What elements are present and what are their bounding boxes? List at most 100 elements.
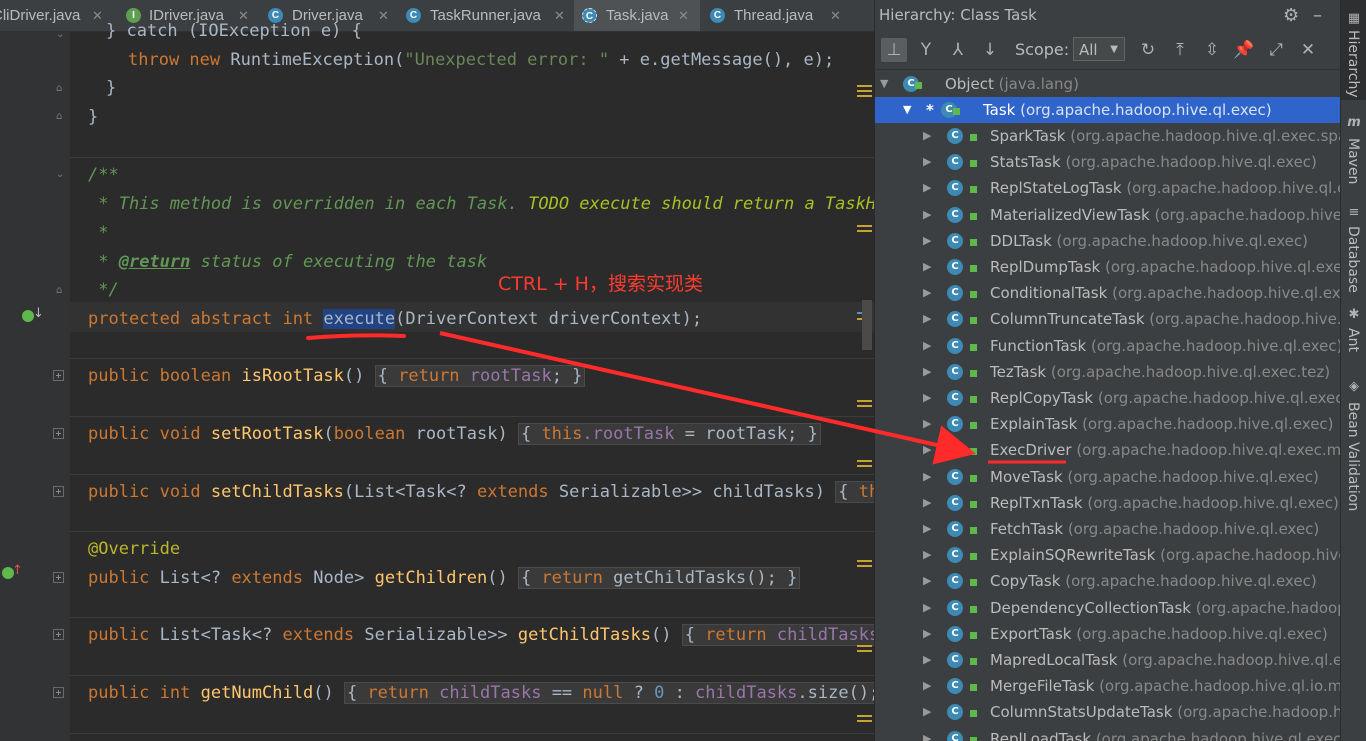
tree-item-replloadtask[interactable]: ▶ C ReplLoadTask (org.apache.hadoop.hive.q… (875, 726, 1341, 741)
doc-comment-line[interactable]: /** (88, 163, 119, 187)
execute-method-name[interactable]: execute (323, 309, 396, 329)
fold-icon[interactable]: ⌂ (56, 84, 66, 94)
bean-validation-tool-tab[interactable]: ◈ Bean Validation (1341, 372, 1366, 512)
code-line[interactable]: } (88, 105, 98, 129)
tree-item-exporttask[interactable]: ▶ C ExportTask (org.apache.hadoop.hive.ql.… (875, 621, 1341, 647)
expand-arrow-icon[interactable]: ▶ (923, 542, 935, 568)
tree-item-fetchtask[interactable]: ▶ C FetchTask (org.apache.hadoop.hive.ql.e… (875, 516, 1341, 542)
folded-body[interactable]: { this.rootTask = rootTask; } (517, 423, 821, 445)
expand-icon[interactable] (53, 629, 64, 640)
expand-arrow-icon[interactable]: ▶ (923, 123, 935, 149)
doc-comment-line[interactable]: * @return status of executing the task (88, 250, 487, 274)
expand-icon[interactable] (53, 428, 64, 439)
pin-button[interactable]: 📌 (1231, 38, 1257, 62)
expand-arrow-icon[interactable]: ▶ (923, 699, 935, 725)
expand-arrow-icon[interactable]: ▶ (923, 673, 935, 699)
hierarchy-tree[interactable]: ▼ C Object (java.lang) ▼ * C Task (org.a… (875, 70, 1341, 741)
expand-arrow-icon[interactable]: ▶ (923, 280, 935, 306)
code-line[interactable]: } (106, 76, 116, 100)
execute-declaration-line[interactable]: protected abstract int execute(DriverCon… (88, 307, 702, 331)
fold-icon[interactable]: ⌄ (56, 30, 66, 40)
folded-body[interactable]: { return getChildTasks(); } (517, 567, 801, 589)
tree-item-teztask[interactable]: ▶ C TezTask (org.apache.hadoop.hive.ql.exe… (875, 359, 1341, 385)
folded-body[interactable]: { return childTasks; (681, 624, 874, 646)
sort-button[interactable]: ↓ (977, 38, 1003, 62)
expand-arrow-icon[interactable]: ▶ (923, 726, 935, 741)
collapse-arrow-icon[interactable]: ▼ (903, 97, 915, 123)
expand-arrow-icon[interactable]: ▶ (923, 149, 935, 175)
hierarchy-tool-tab[interactable]: ▦ Hierarchy (1341, 0, 1366, 100)
expand-icon[interactable] (53, 572, 64, 583)
expand-arrow-icon[interactable]: ▶ (923, 254, 935, 280)
expand-arrow-icon[interactable]: ▶ (923, 621, 935, 647)
tree-item-explaintask[interactable]: ▶ C ExplainTask (org.apache.hadoop.hive.ql… (875, 411, 1341, 437)
ant-tool-tab[interactable]: ✱ Ant (1341, 300, 1366, 360)
maven-tool-tab[interactable]: m Maven (1341, 110, 1366, 190)
close-icon[interactable]: ✕ (92, 0, 103, 31)
expand-arrow-icon[interactable]: ▶ (923, 464, 935, 490)
folded-body[interactable]: { return rootTask; } (374, 365, 586, 387)
expand-arrow-icon[interactable]: ▶ (923, 437, 935, 463)
code-line[interactable]: public void setRootTask(boolean rootTask… (88, 422, 821, 446)
expand-arrow-icon[interactable]: ▶ (923, 490, 935, 516)
expand-arrow-icon[interactable]: ▶ (923, 333, 935, 359)
fold-icon[interactable]: ⌂ (56, 112, 66, 122)
doc-comment-line[interactable]: * (88, 221, 108, 245)
supertypes-hierarchy-button[interactable]: ⊥ (881, 38, 907, 62)
tree-item-mapredlocaltask[interactable]: ▶ C MapredLocalTask (org.apache.hadoop.hiv… (875, 647, 1341, 673)
tree-item-copytask[interactable]: ▶ C CopyTask (org.apache.hadoop.hive.ql.ex… (875, 568, 1341, 594)
tab-clidriver[interactable]: CliDriver.java ✕ (0, 0, 110, 31)
tree-item-columnstatsupdatetask[interactable]: ▶ C ColumnStatsUpdateTask (org.apache.hado… (875, 699, 1341, 725)
tree-item-sparktask[interactable]: ▶ C SparkTask (org.apache.hadoop.hive.ql.e… (875, 123, 1341, 149)
folded-body[interactable]: { this (835, 481, 874, 503)
tree-item-functiontask[interactable]: ▶ C FunctionTask (org.apache.hadoop.hive.q… (875, 333, 1341, 359)
expand-arrow-icon[interactable]: ▶ (923, 516, 935, 542)
doc-comment-line[interactable]: * This method is overridden in each Task… (88, 192, 874, 216)
code-line[interactable]: public int getNumChild() { return childT… (88, 681, 874, 705)
expand-arrow-icon[interactable]: ▶ (923, 228, 935, 254)
expand-arrow-icon[interactable]: ▶ (923, 359, 935, 385)
tree-item-columntruncatetask[interactable]: ▶ C ColumnTruncateTask (org.apache.hadoop.… (875, 306, 1341, 332)
tree-item-repltxntask[interactable]: ▶ C ReplTxnTask (org.apache.hadoop.hive.ql… (875, 490, 1341, 516)
supertypes-button[interactable]: Y (913, 38, 939, 62)
tree-item-object[interactable]: ▼ C Object (java.lang) (875, 71, 1341, 97)
tab-thread[interactable]: C Thread.java ✕ (702, 0, 850, 31)
tree-item-ddltask[interactable]: ▶ C DDLTask (org.apache.hadoop.hive.ql.exe… (875, 228, 1341, 254)
expand-all-button[interactable]: ⇳ (1199, 38, 1225, 62)
tree-item-materializedviewtask[interactable]: ▶ C MaterializedViewTask (org.apache.hadoo… (875, 202, 1341, 228)
expand-arrow-icon[interactable]: ▶ (923, 202, 935, 228)
tree-item-explainsqrewritetask[interactable]: ▶ C ExplainSQRewriteTask (org.apache.hadoo… (875, 542, 1341, 568)
tab-taskrunner[interactable]: C TaskRunner.java ✕ (398, 0, 572, 31)
tree-item-replstatelogtask[interactable]: ▶ C ReplStateLogTask (org.apache.hadoop.hi… (875, 175, 1341, 201)
expand-icon[interactable] (53, 687, 64, 698)
close-icon[interactable]: ✕ (678, 0, 689, 31)
expand-icon[interactable] (53, 486, 64, 497)
code-editor[interactable]: CliDriver.java ✕ I IDriver.java ✕ C Driv… (0, 0, 874, 741)
close-icon[interactable]: ✕ (554, 0, 565, 31)
code-line[interactable]: throw new RuntimeException("Unexpected e… (128, 48, 834, 72)
close-button[interactable]: ✕ (1295, 38, 1321, 62)
code-line[interactable]: public void setChildTasks(List<Task<? ex… (88, 480, 874, 504)
fold-icon[interactable]: ⌄ (56, 170, 66, 180)
expand-arrow-icon[interactable]: ▶ (923, 306, 935, 332)
editor-scroll-thumb[interactable] (862, 300, 872, 350)
code-line[interactable]: public List<? extends Node> getChildren(… (88, 566, 801, 590)
expand-arrow-icon[interactable]: ▶ (923, 385, 935, 411)
folded-body[interactable]: { return childTasks == null ? 0 : childT… (343, 682, 874, 704)
code-line[interactable]: public boolean isRootTask() { return roo… (88, 364, 586, 388)
tree-item-task[interactable]: ▼ * C Task (org.apache.hadoop.hive.ql.ex… (875, 97, 1341, 123)
scope-select[interactable]: All ▼ (1073, 37, 1125, 61)
expand-icon[interactable] (53, 370, 64, 381)
export-button[interactable]: ⤒ (1167, 38, 1193, 62)
doc-comment-line[interactable]: */ (88, 278, 118, 302)
close-icon[interactable]: ✕ (378, 0, 389, 31)
expand-arrow-icon[interactable]: ▶ (923, 647, 935, 673)
code-line[interactable]: } catch (IOException e) { (106, 19, 362, 43)
expand-arrow-icon[interactable]: ▶ (923, 595, 935, 621)
database-tool-tab[interactable]: ≡ Database (1341, 200, 1366, 293)
fold-icon[interactable]: ⌂ (56, 286, 66, 296)
tree-item-repldumptask[interactable]: ▶ C ReplDumpTask (org.apache.hadoop.hive.q… (875, 254, 1341, 280)
tree-item-execdriver[interactable]: ▶ C ExecDriver (org.apache.hadoop.hive.ql.… (875, 437, 1341, 463)
expand-arrow-icon[interactable]: ▶ (923, 175, 935, 201)
tree-item-replcopytask[interactable]: ▶ C ReplCopyTask (org.apache.hadoop.hive.q… (875, 385, 1341, 411)
